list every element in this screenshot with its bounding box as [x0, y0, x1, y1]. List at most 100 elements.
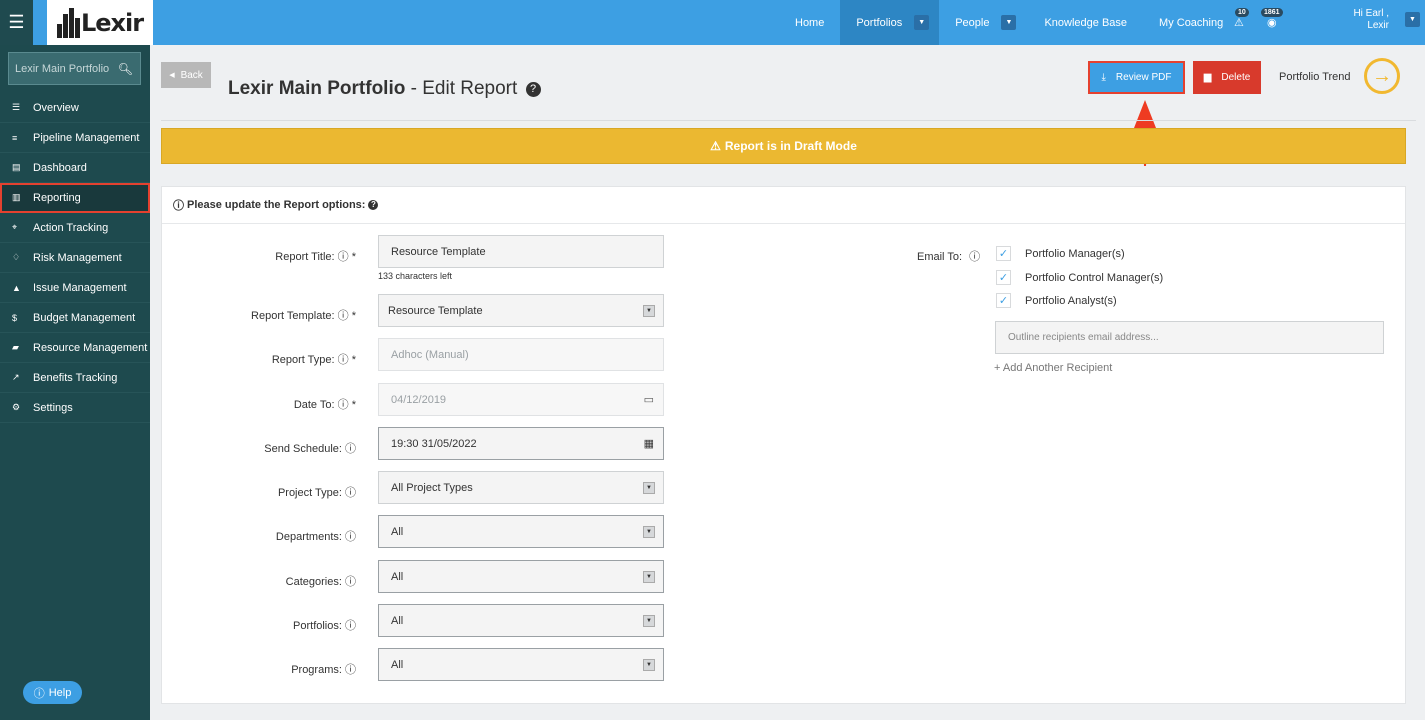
search-icon[interactable]: 🔍︎	[118, 62, 133, 76]
user-menu[interactable]: Hi Earl , Lexir	[1353, 8, 1389, 32]
email-to-label-text: Email To:	[917, 251, 963, 263]
review-pdf-label: Review PDF	[1115, 72, 1172, 83]
alerts-button[interactable]: ⚠ 10	[1232, 8, 1262, 38]
sidebar-item-reporting[interactable]: ▥ Reporting	[0, 183, 150, 213]
recipient-label: Portfolio Manager(s)	[1025, 247, 1125, 260]
sidebar-item-dashboard[interactable]: ▤ Dashboard	[0, 153, 150, 183]
recipient-email-placeholder: Outline recipients email address...	[1008, 332, 1159, 343]
portfolios-value: All	[391, 614, 404, 627]
logo-text: Lexir	[80, 8, 144, 37]
nav-portfolios[interactable]: Portfolios ▼	[840, 0, 940, 45]
sidebar-item-budget-management[interactable]: $ Budget Management	[0, 303, 150, 333]
delete-button[interactable]: ▆ Delete	[1193, 61, 1261, 94]
info-circle-icon: ⓘ	[337, 399, 349, 411]
notifications-button[interactable]: ◉ 1861	[1259, 8, 1289, 38]
recipient-portfolio-analysts[interactable]: ✓ Portfolio Analyst(s)	[996, 293, 1117, 308]
nav-knowledge-base[interactable]: Knowledge Base	[1028, 0, 1143, 45]
portfolios-select[interactable]: All ▼	[378, 604, 664, 637]
categories-label-text: Categories:	[285, 576, 342, 588]
sidebar-item-label: Benefits Tracking	[33, 371, 118, 384]
departments-label-text: Departments:	[275, 531, 342, 543]
chevron-down-icon[interactable]: ▼	[1001, 15, 1017, 30]
chevron-down-icon[interactable]: ▼	[643, 482, 655, 494]
info-circle-icon: ⓘ	[345, 531, 356, 543]
report-type-value: Adhoc (Manual)	[391, 348, 469, 361]
logo[interactable]: Lexir	[47, 0, 153, 45]
portfolios-label-text: Portfolios:	[293, 620, 342, 632]
sidebar-item-action-tracking[interactable]: ⌖ Action Tracking	[0, 213, 150, 243]
hamburger-icon[interactable]: ☰	[0, 0, 33, 45]
chevron-down-icon[interactable]: ▼	[643, 305, 655, 317]
warning-icon: ⚠	[710, 139, 721, 153]
report-template-value: Resource Template	[388, 304, 483, 317]
sidebar-item-risk-management[interactable]: ♢ Risk Management	[0, 243, 150, 273]
recipient-portfolio-managers[interactable]: ✓ Portfolio Manager(s)	[996, 246, 1125, 261]
checkbox-checked-icon[interactable]: ✓	[996, 270, 1011, 285]
programs-label-text: Programs:	[291, 664, 342, 676]
chevron-down-icon[interactable]: ▼	[643, 571, 655, 583]
bar-chart-icon: ▥	[12, 192, 21, 202]
sidebar-item-overview[interactable]: ☰ Overview	[0, 93, 150, 123]
recipient-label: Portfolio Analyst(s)	[1025, 294, 1117, 307]
calendar-icon[interactable]: ▦	[644, 437, 654, 450]
date-to-label: Date To: ⓘ *	[156, 396, 356, 412]
nav-home[interactable]: Home	[779, 0, 840, 45]
help-button[interactable]: ⓘ Help	[23, 681, 82, 704]
user-name: Lexir	[1367, 20, 1389, 31]
building-logo-icon	[56, 7, 81, 38]
departments-select[interactable]: All ▼	[378, 515, 664, 548]
arrow-right-circle-icon[interactable]: →	[1364, 58, 1400, 94]
report-options-panel: ⓘ Please update the Report options: ? Re…	[161, 186, 1406, 704]
chevron-down-icon[interactable]: ▼	[643, 615, 655, 627]
dollar-icon: $	[12, 312, 18, 323]
header-divider	[161, 120, 1416, 121]
date-to-label-text: Date To:	[293, 399, 335, 411]
user-greeting: Hi Earl ,	[1353, 8, 1389, 19]
checkbox-checked-icon[interactable]: ✓	[996, 246, 1011, 261]
categories-select[interactable]: All ▼	[378, 560, 664, 593]
sidebar-item-issue-management[interactable]: ▲ Issue Management	[0, 273, 150, 303]
recipient-email-input[interactable]: Outline recipients email address...	[995, 321, 1384, 354]
review-pdf-button[interactable]: ⤓ Review PDF	[1088, 61, 1185, 94]
sidebar-search-input[interactable]: Lexir Main Portfolio 🔍︎	[8, 52, 141, 85]
help-circle-icon[interactable]: ?	[368, 200, 379, 210]
info-circle-icon: ⓘ	[969, 251, 981, 263]
folder-icon: ▰	[12, 342, 19, 352]
recipient-portfolio-control-managers[interactable]: ✓ Portfolio Control Manager(s)	[996, 270, 1163, 285]
back-button[interactable]: ◀ Back	[161, 62, 211, 88]
required-mark: *	[351, 399, 356, 411]
alerts-count-badge: 10	[1235, 8, 1249, 17]
info-circle-icon: ⓘ	[337, 354, 349, 366]
sidebar-item-settings[interactable]: ⚙ Settings	[0, 393, 150, 423]
add-another-recipient-link[interactable]: + Add Another Recipient	[994, 362, 1112, 374]
user-menu-chevron-down-icon[interactable]: ▼	[1405, 12, 1420, 27]
report-title-input[interactable]: Resource Template	[378, 235, 664, 268]
send-schedule-input[interactable]: 19:30 31/05/2022 ▦	[378, 427, 664, 460]
date-to-input: 04/12/2019 ▭	[378, 383, 664, 416]
gears-icon: ⚙	[12, 402, 21, 412]
report-type-label-text: Report Type:	[271, 354, 335, 366]
portfolio-trend-label: Portfolio Trend	[1279, 71, 1351, 83]
question-circle-icon: ⓘ	[33, 687, 45, 700]
chevron-down-icon[interactable]: ▼	[914, 15, 930, 30]
nav-people[interactable]: People ▼	[939, 0, 1028, 45]
departments-value: All	[391, 525, 404, 538]
sidebar-item-pipeline-management[interactable]: ≡ Pipeline Management	[0, 123, 150, 153]
nav-my-coaching[interactable]: My Coaching	[1143, 0, 1239, 45]
notifications-count-badge: 1861	[1261, 8, 1283, 17]
crosshair-icon: ⌖	[12, 222, 18, 232]
project-type-label-text: Project Type:	[277, 487, 342, 499]
line-chart-icon: ↗	[12, 372, 20, 382]
sidebar-item-benefits-tracking[interactable]: ↗ Benefits Tracking	[0, 363, 150, 393]
project-type-select[interactable]: All Project Types ▼	[378, 471, 664, 504]
page-title: Lexir Main Portfolio - Edit Report ?	[228, 78, 541, 100]
required-mark: *	[351, 354, 356, 366]
chevron-down-icon[interactable]: ▼	[643, 659, 655, 671]
report-template-label-text: Report Template:	[251, 310, 335, 322]
chevron-down-icon[interactable]: ▼	[643, 526, 655, 538]
sidebar-item-resource-management[interactable]: ▰ Resource Management	[0, 333, 150, 363]
programs-select[interactable]: All ▼	[378, 648, 664, 681]
checkbox-checked-icon[interactable]: ✓	[996, 293, 1011, 308]
report-template-select[interactable]: Resource Template ▼	[378, 294, 664, 327]
help-circle-icon[interactable]: ?	[525, 82, 541, 97]
